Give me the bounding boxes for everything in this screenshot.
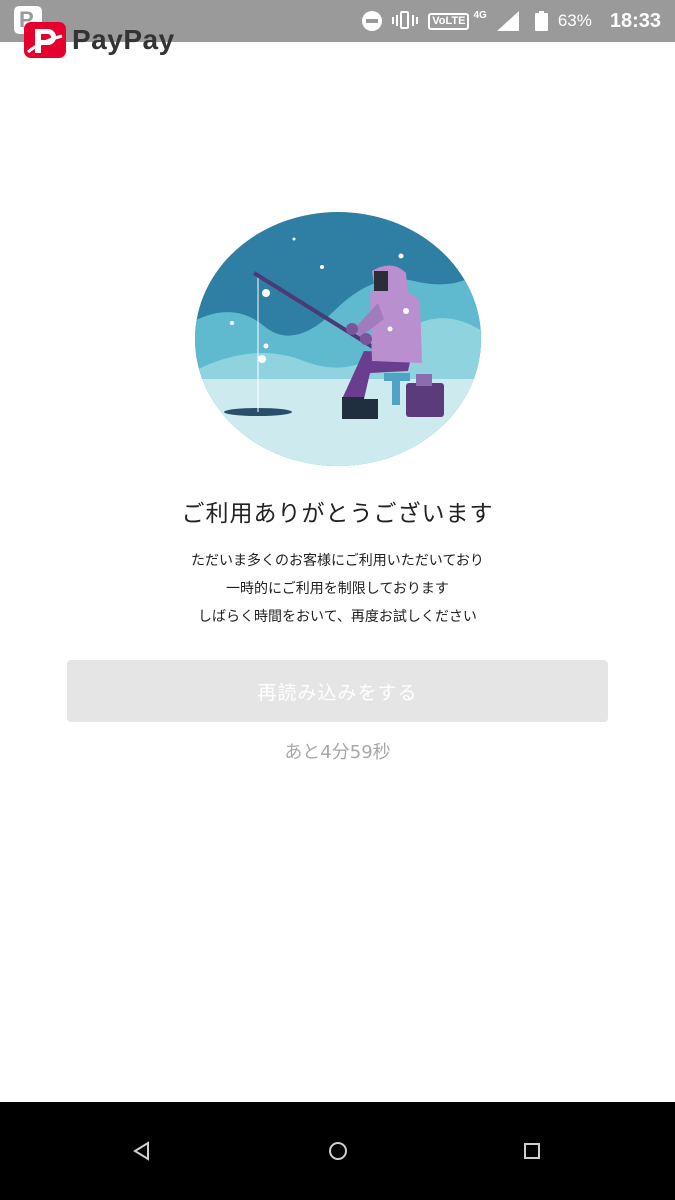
message-line: ただいま多くのお客様にご利用いただいており — [191, 553, 484, 569]
home-button[interactable] — [298, 1102, 378, 1200]
reload-button[interactable]: 再読み込みをする — [67, 660, 608, 722]
system-navigation-bar — [0, 1102, 675, 1200]
status-clock: 18:33 — [609, 9, 661, 32]
volte-badge: VoLTE — [428, 12, 470, 30]
logo-text: PayPay — [72, 24, 175, 55]
back-triangle-icon — [133, 1141, 149, 1161]
back-button[interactable] — [102, 1102, 182, 1200]
paypay-logo-icon — [24, 22, 66, 58]
recents-button[interactable] — [492, 1102, 572, 1200]
signal-icon — [496, 11, 519, 31]
message-text: ただいま多くのお客様にご利用いただいており 一時的にご利用を制限しております し… — [0, 547, 675, 631]
battery-percent: 63% — [557, 11, 592, 30]
recents-square-icon — [524, 1143, 540, 1159]
ice-fishing-illustration — [194, 211, 482, 467]
dnd-icon — [362, 11, 383, 31]
message-line: しばらく時間をおいて、再度お試しください — [198, 609, 477, 625]
network-type-label: 4G — [473, 9, 487, 21]
app-screen: P VoLTE 4G 63% 18:33 PayPay ご利用ありがとうございま… — [0, 0, 675, 1200]
message-line: 一時的にご利用を制限しております — [226, 581, 449, 597]
countdown-text: あと4分59秒 — [284, 742, 391, 763]
home-circle-icon — [329, 1142, 347, 1160]
status-indicators: VoLTE 4G 63% 18:33 — [352, 0, 661, 42]
battery-icon — [534, 11, 548, 31]
paypay-logo: PayPay — [24, 22, 175, 58]
vibrate-icon — [392, 10, 419, 32]
page-title: ご利用ありがとうございます — [181, 501, 494, 527]
